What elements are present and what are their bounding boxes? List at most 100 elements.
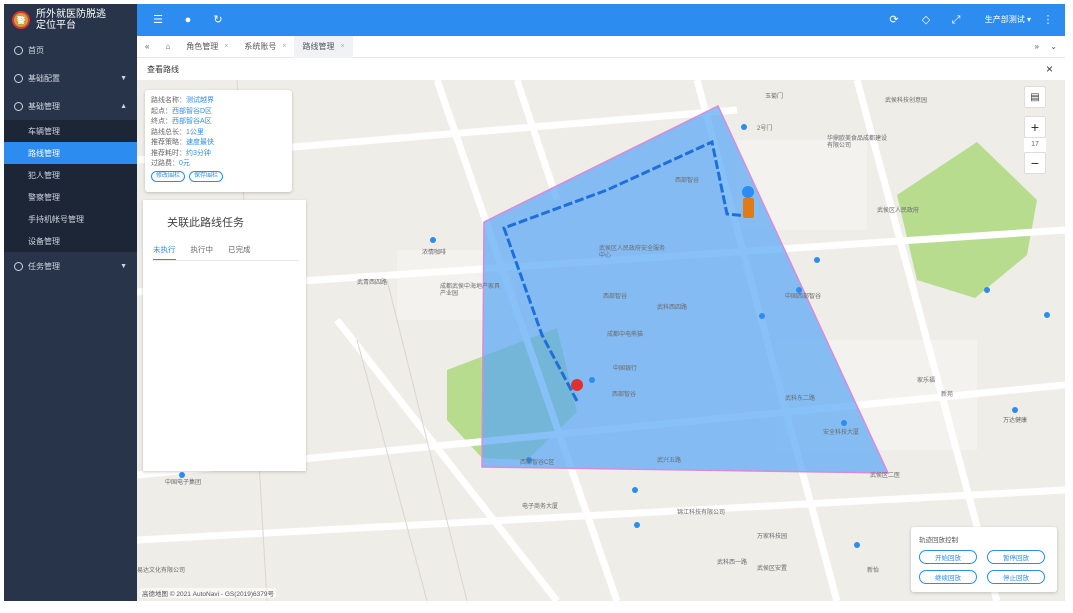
map-label: 武青西四路 (357, 280, 388, 286)
tab-completed[interactable]: 已完成 (228, 244, 251, 260)
resume-playback-button[interactable]: 继续回放 (919, 570, 977, 584)
menu-toggle-icon[interactable]: ☰ (151, 13, 165, 27)
sidebar-item-label: 基础配置 (28, 73, 60, 83)
tab-role-management[interactable]: 角色管理 × (178, 36, 236, 58)
route-time-value: 约3分钟 (186, 149, 211, 157)
map-label: 武侯区人民政府 (877, 208, 920, 214)
submenu: 车辆管理 路线管理 犯人管理 警察管理 手持机帐号管理 设备管理 (4, 120, 137, 252)
map-label: 武侯区二医 (870, 473, 901, 479)
route-name-row: 路线名称：测试越界 (151, 96, 286, 107)
map-label: 浓情咖啡 (422, 250, 447, 256)
sidebar-subitem-devices[interactable]: 设备管理 (4, 230, 137, 252)
pause-playback-button[interactable]: 暂停回放 (987, 550, 1045, 564)
map-label: 武科东二路 (785, 396, 816, 402)
map-label: 西部智谷 (603, 294, 628, 300)
chevron-down-icon[interactable]: ⌄ (1050, 42, 1057, 51)
route-toll-row: 过路费：0元 (151, 159, 286, 170)
map-label: 中国银行 (613, 366, 638, 372)
sidebar-subitem-police[interactable]: 警察管理 (4, 186, 137, 208)
route-length-value: 1公里 (186, 128, 204, 136)
map-label: 西部智谷C区 (520, 460, 555, 466)
fullscreen-icon[interactable]: ⤢ (949, 13, 963, 27)
sidebar-subitem-routes[interactable]: 路线管理 (4, 142, 137, 164)
gear-icon (14, 101, 23, 111)
map-label: 武侯区安置 (757, 566, 788, 572)
tab-label: 路线管理 (302, 42, 335, 51)
sidebar-item-basic-config[interactable]: 基础配置 ▼ (4, 64, 137, 92)
playback-title: 轨迹回放控制 (919, 537, 958, 544)
close-icon[interactable]: × (282, 43, 286, 50)
route-strategy-label: 推荐策略： (151, 139, 186, 146)
sidebar: 警 所外就医防脱逃 定位平台 首页 基础配置 ▼ 基础管理 ▲ 车辆管理 路线管… (4, 4, 137, 601)
start-playback-button[interactable]: 开始回放 (919, 550, 977, 564)
route-strategy-value: 速度最快 (186, 139, 214, 146)
tab-system-accounts[interactable]: 系统账号 × (236, 36, 294, 58)
tab-route-management[interactable]: 路线管理 × (294, 35, 353, 58)
zoom-level: 17 (1024, 138, 1046, 152)
subitem-label: 手持机帐号管理 (28, 214, 84, 224)
home-icon (14, 45, 23, 55)
map-label: 中国西部智谷 (785, 294, 822, 300)
close-icon[interactable]: × (224, 43, 228, 50)
dot-icon[interactable]: ● (181, 13, 195, 27)
tab-in-progress[interactable]: 执行中 (191, 244, 214, 260)
page-title: 查看路线 (147, 64, 179, 74)
route-end-label: 终点： (151, 118, 172, 125)
map-attribution: 高德地图 © 2021 AutoNavi - GS(2019)6379号 (140, 588, 276, 598)
map-label: 武科西四路 (657, 305, 688, 311)
subitem-label: 设备管理 (28, 236, 60, 246)
sidebar-item-basic-management[interactable]: 基础管理 ▲ (4, 92, 137, 120)
subitem-label: 车辆管理 (28, 126, 60, 136)
sidebar-item-task-management[interactable]: 任务管理 ▼ (4, 252, 137, 280)
map-label: 西部智谷 (612, 392, 637, 398)
map-label: 成都中电熊猫 (607, 332, 644, 338)
police-badge-icon: 警 (12, 11, 30, 29)
map-label: 万达健康 (1003, 418, 1028, 424)
map-label: 安全科技大厦 (823, 430, 860, 436)
save-fence-button[interactable]: 保存围栏 (188, 170, 223, 182)
sidebar-item-label: 基础管理 (28, 101, 60, 111)
refresh-icon[interactable]: ↻ (211, 13, 225, 27)
more-icon[interactable]: ⋮ (1041, 13, 1055, 27)
route-start-value: 西部智谷D区 (172, 107, 213, 115)
sidebar-subitem-vehicles[interactable]: 车辆管理 (4, 120, 137, 142)
layers-icon[interactable]: ▤ (1024, 86, 1046, 108)
tabs-scroll-left[interactable]: « (137, 36, 157, 58)
tabs-scroll-right[interactable]: » (1035, 42, 1039, 51)
stop-playback-button[interactable]: 停止回放 (987, 570, 1045, 584)
route-name-value: 测试越界 (186, 97, 214, 104)
sidebar-subitem-prisoners[interactable]: 犯人管理 (4, 164, 137, 186)
lock-icon[interactable]: ⟳ (887, 13, 901, 27)
route-start-label: 起点： (151, 107, 172, 115)
edit-fence-button[interactable]: 修改围栏 (151, 170, 186, 182)
route-end-value: 西部智谷A区 (172, 118, 212, 125)
tab-not-started[interactable]: 未执行 (153, 244, 176, 260)
sidebar-subitem-handheld-accounts[interactable]: 手持机帐号管理 (4, 208, 137, 230)
home-tab-icon[interactable]: ⌂ (157, 36, 178, 58)
map-label: 华鼎欧美食品成都建设有限公司 (827, 136, 888, 149)
track-playback-panel: 轨迹回放控制 开始回放 暂停回放 继续回放 停止回放 (911, 527, 1057, 592)
top-bar: ☰ ● ↻ ⟳ ◇ ⤢ 生产部测试 ▾ ⋮ (137, 4, 1065, 36)
map-label: 易达文化有限公司 (137, 568, 186, 574)
page-header: 查看路线 × (137, 58, 1065, 80)
chevron-down-icon: ▼ (120, 262, 127, 270)
map-label: 武科西一路 (717, 560, 748, 566)
zoom-in-button[interactable]: + (1024, 116, 1046, 138)
zoom-out-button[interactable]: − (1024, 152, 1046, 174)
route-time-row: 推荐耗时：约3分钟 (151, 149, 286, 160)
related-tasks-panel: 关联此路线任务 未执行 执行中 已完成 (143, 200, 306, 471)
close-icon[interactable]: × (340, 43, 344, 50)
panel-title: 关联此路线任务 (167, 217, 244, 229)
close-icon[interactable]: × (1046, 62, 1053, 76)
map-label: 武侯科技创意园 (885, 98, 928, 104)
user-name: 生产部测试 (984, 15, 1025, 24)
tabs-bar: « ⌂ 角色管理 × 系统账号 × 路线管理 × » ⌄ (137, 35, 1065, 58)
sidebar-item-home[interactable]: 首页 (4, 36, 137, 64)
map-label: 新苑 (941, 392, 954, 398)
route-name-label: 路线名称： (151, 97, 186, 104)
map-label: 新怡 (867, 568, 880, 574)
user-dropdown[interactable]: 生产部测试 ▾ (985, 14, 1031, 25)
task-icon (14, 261, 23, 271)
tag-icon[interactable]: ◇ (919, 13, 933, 27)
map-label: 万家科技园 (757, 534, 788, 540)
